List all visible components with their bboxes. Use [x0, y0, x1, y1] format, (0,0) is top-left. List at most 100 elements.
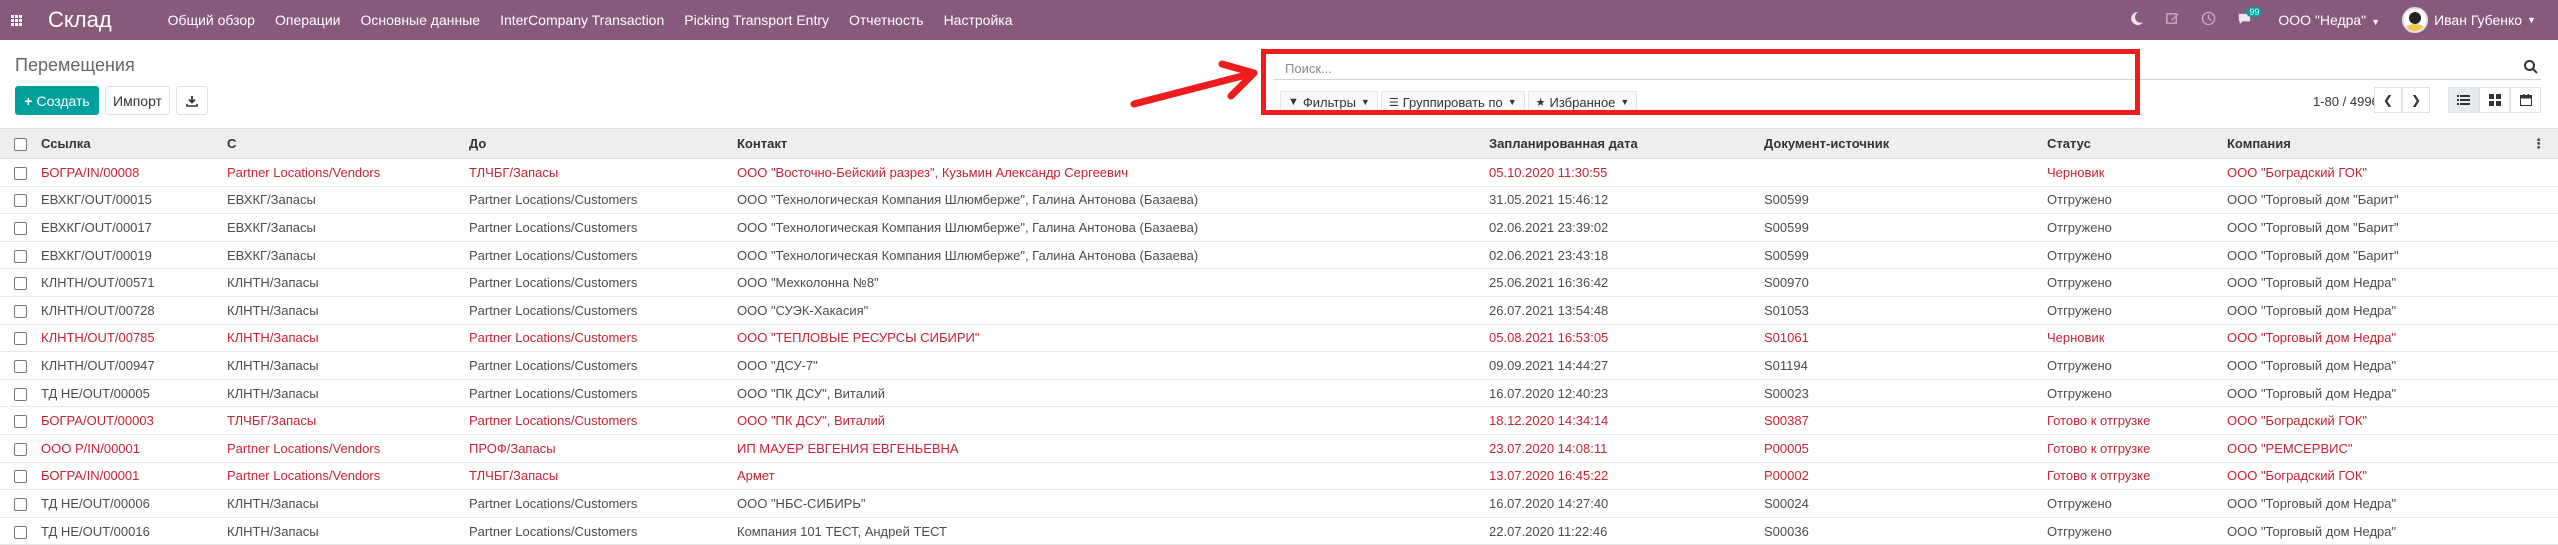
cell-contact: ООО "Технологическая Компания Шлюмберже"…: [734, 186, 1486, 215]
cell-from: КЛНТН/Запасы: [224, 379, 466, 408]
cell-company: ООО "Торговый дом "Барит": [2224, 213, 2529, 242]
table-row[interactable]: ЕВХКГ/OUT/00015 ЕВХКГ/Запасы Partner Locat…: [0, 186, 2558, 215]
row-checkbox[interactable]: [14, 525, 27, 539]
row-checkbox[interactable]: [14, 332, 27, 346]
cell-to: Partner Locations/Customers: [466, 489, 734, 518]
chevron-right-icon: ❯: [2410, 93, 2422, 107]
table-row[interactable]: ЕВХКГ/OUT/00017 ЕВХКГ/Запасы Partner Locat…: [0, 213, 2558, 242]
cell-company: ООО "Торговый дом "Барит": [2224, 186, 2529, 215]
app-brand[interactable]: Склад: [48, 7, 112, 33]
row-checkbox[interactable]: [14, 442, 27, 456]
row-checkbox[interactable]: [14, 166, 27, 180]
row-checkbox[interactable]: [14, 249, 27, 263]
table-row[interactable]: ТД НЕ/OUT/00005 КЛНТН/Запасы Partner Locat…: [0, 379, 2558, 408]
table-row[interactable]: ЕВХКГ/OUT/00019 ЕВХКГ/Запасы Partner Locat…: [0, 241, 2558, 270]
cell-company: ООО "Торговый дом Недра": [2224, 324, 2529, 353]
cell-source-document: S00387: [1761, 406, 2044, 435]
col-header-scheduled-date[interactable]: Запланированная дата: [1486, 128, 1761, 159]
list-icon: [2457, 95, 2470, 105]
cell-to: ПРОФ/Запасы: [466, 434, 734, 463]
row-checkbox[interactable]: [14, 387, 27, 401]
table-row[interactable]: КЛНТН/OUT/00728 КЛНТН/Запасы Partner Locat…: [0, 296, 2558, 325]
cell-to: Partner Locations/Customers: [466, 379, 734, 408]
cell-reference: КЛНТН/OUT/00785: [38, 324, 224, 353]
create-button[interactable]: + Создать: [15, 86, 99, 115]
download-icon: [186, 95, 198, 107]
apps-menu-icon[interactable]: [2, 0, 30, 40]
col-header-source-document[interactable]: Документ-источник: [1761, 128, 2044, 159]
table-row[interactable]: КЛНТН/OUT/00571 КЛНТН/Запасы Partner Locat…: [0, 268, 2558, 297]
download-button[interactable]: [176, 86, 208, 115]
col-header-company[interactable]: Компания: [2224, 128, 2529, 159]
search-icon[interactable]: [2523, 59, 2539, 75]
cell-to: Partner Locations/Customers: [466, 186, 734, 215]
cell-to: Partner Locations/Customers: [466, 268, 734, 297]
menu-item-operations[interactable]: Операции: [265, 12, 351, 28]
cell-company: ООО "Торговый дом Недра": [2224, 379, 2529, 408]
table-row[interactable]: ТД НЕ/OUT/00006 КЛНТН/Запасы Partner Locat…: [0, 489, 2558, 518]
pager-previous-button[interactable]: ❮: [2374, 87, 2402, 113]
col-header-reference[interactable]: Ссылка: [38, 128, 224, 159]
clock-icon[interactable]: [2190, 11, 2226, 30]
select-all-cell: [0, 128, 38, 159]
cell-source-document: S01061: [1761, 324, 2044, 353]
cell-from: КЛНТН/Запасы: [224, 489, 466, 518]
row-checkbox[interactable]: [14, 470, 27, 484]
table-row[interactable]: КЛНТН/OUT/00947 КЛНТН/Запасы Partner Locat…: [0, 351, 2558, 380]
cell-scheduled-date: 05.10.2020 11:30:55: [1486, 158, 1761, 187]
row-checkbox[interactable]: [14, 497, 27, 511]
company-switcher[interactable]: ООО "Недра" ▼: [2278, 12, 2380, 28]
table-row[interactable]: БОГРА/IN/00001 Partner Locations/Vendors Т…: [0, 462, 2558, 491]
list-view-button[interactable]: [2448, 87, 2479, 113]
cell-source-document: [1761, 158, 2044, 187]
row-checkbox[interactable]: [14, 359, 27, 373]
row-end-cell: [2529, 158, 2558, 187]
col-header-status[interactable]: Статус: [2044, 128, 2224, 159]
table-row[interactable]: БОГРА/IN/00008 Partner Locations/Vendors Т…: [0, 158, 2558, 187]
row-checkbox[interactable]: [14, 415, 27, 429]
row-checkbox[interactable]: [14, 222, 27, 236]
menu-item-overview[interactable]: Общий обзор: [158, 12, 265, 28]
chat-icon[interactable]: 99: [2226, 6, 2263, 30]
cell-source-document: S00970: [1761, 268, 2044, 297]
menu-item-master-data[interactable]: Основные данные: [350, 12, 490, 28]
row-end-cell: [2529, 379, 2558, 408]
table-row[interactable]: БОГРА/OUT/00003 ТЛЧБГ/Запасы Partner Locat…: [0, 406, 2558, 435]
menu-item-intercompany[interactable]: InterCompany Transaction: [490, 12, 674, 28]
pager-value[interactable]: 1-80 / 4996: [2313, 94, 2379, 109]
optional-columns-toggle[interactable]: ⋮: [2529, 128, 2558, 159]
row-checkbox[interactable]: [14, 277, 27, 291]
cell-source-document: S00023: [1761, 379, 2044, 408]
col-header-to[interactable]: До: [466, 128, 734, 159]
calendar-view-button[interactable]: [2510, 87, 2541, 113]
import-button[interactable]: Импорт: [105, 86, 170, 115]
table-row[interactable]: КЛНТН/OUT/00785 КЛНТН/Запасы Partner Locat…: [0, 324, 2558, 353]
row-checkbox[interactable]: [14, 194, 27, 208]
moon-icon[interactable]: [2118, 11, 2154, 30]
menu-item-reporting[interactable]: Отчетность: [839, 12, 934, 28]
cell-contact: ООО "СУЭК-Хакасия": [734, 296, 1486, 325]
menu-item-settings[interactable]: Настройка: [934, 12, 1023, 28]
cell-status: Отгружено: [2044, 351, 2224, 380]
chevron-left-icon: ❮: [2382, 93, 2394, 107]
edit-icon[interactable]: [2154, 11, 2190, 30]
cell-from: ТЛЧБГ/Запасы: [224, 406, 466, 435]
col-header-contact[interactable]: Контакт: [734, 128, 1486, 159]
cell-source-document: S01053: [1761, 296, 2044, 325]
pager-next-button[interactable]: ❯: [2402, 87, 2430, 113]
cell-to: Partner Locations/Customers: [466, 324, 734, 353]
caret-down-icon: ▼: [2371, 17, 2381, 27]
row-select-cell: [0, 406, 38, 435]
select-all-checkbox[interactable]: [14, 138, 27, 152]
top-navbar: Склад Общий обзор Операции Основные данн…: [0, 0, 2558, 40]
kanban-view-button[interactable]: [2479, 87, 2510, 113]
cell-company: ООО "Торговый дом "Барит": [2224, 241, 2529, 270]
user-menu[interactable]: Иван Губенко ▼: [2402, 7, 2536, 33]
menu-item-picking-transport[interactable]: Picking Transport Entry: [674, 12, 839, 28]
cell-reference: ООО Р/IN/00001: [38, 434, 224, 463]
row-checkbox[interactable]: [14, 304, 27, 318]
cell-status: Отгружено: [2044, 241, 2224, 270]
cell-source-document: S01194: [1761, 351, 2044, 380]
table-row[interactable]: ООО Р/IN/00001 Partner Locations/Vendors П…: [0, 434, 2558, 463]
col-header-from[interactable]: С: [224, 128, 466, 159]
